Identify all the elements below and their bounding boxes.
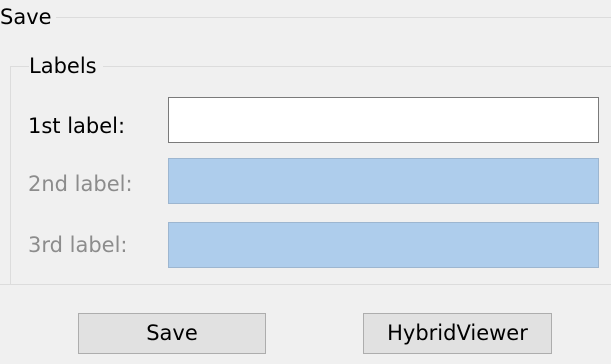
labels-group-title: Labels	[29, 52, 103, 80]
hybrid-viewer-button[interactable]: HybridViewer	[363, 313, 552, 354]
first-label-input[interactable]	[168, 97, 599, 143]
third-label-caption: 3rd label:	[28, 233, 128, 257]
first-label-caption: 1st label:	[28, 114, 126, 138]
save-button[interactable]: Save	[78, 313, 266, 354]
second-label-input	[168, 158, 599, 204]
second-label-caption: 2nd label:	[28, 172, 133, 196]
save-group-title: Save	[0, 4, 56, 30]
third-label-input	[168, 222, 599, 268]
save-panel: Save Labels 1st label: 2nd label: 3rd la…	[0, 0, 611, 364]
